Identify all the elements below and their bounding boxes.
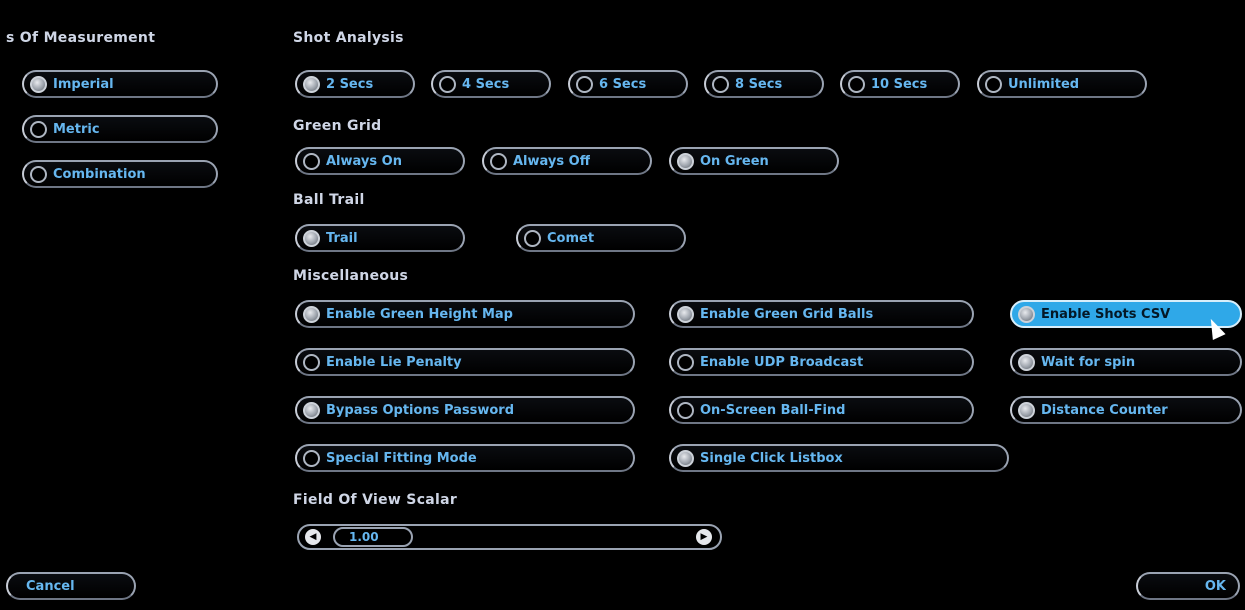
- toggle-label: Bypass Options Password: [326, 402, 515, 418]
- green-grid-option-always-off[interactable]: Always Off: [482, 147, 652, 175]
- option-label: 2 Secs: [326, 76, 374, 92]
- option-label: Imperial: [53, 76, 114, 92]
- misc-toggle-bypass-password[interactable]: Bypass Options Password: [295, 396, 635, 424]
- cancel-label: Cancel: [26, 578, 75, 594]
- option-label: On Green: [700, 153, 769, 169]
- toggle-label: Wait for spin: [1041, 354, 1136, 370]
- toggle-label: Distance Counter: [1041, 402, 1168, 418]
- shot-analysis-option-4[interactable]: 4 Secs: [431, 70, 551, 98]
- option-label: Comet: [547, 230, 595, 246]
- ball-trail-option-trail[interactable]: Trail: [295, 224, 465, 252]
- fov-heading: Field Of View Scalar: [293, 492, 458, 508]
- arrow-right-icon[interactable]: ▶: [696, 529, 712, 545]
- toggle-icon: [677, 305, 694, 323]
- units-option-imperial[interactable]: Imperial: [22, 70, 218, 98]
- ball-trail-heading: Ball Trail: [293, 192, 365, 208]
- option-label: 10 Secs: [871, 76, 928, 92]
- toggle-label: Enable UDP Broadcast: [700, 354, 864, 370]
- shot-analysis-option-8[interactable]: 8 Secs: [704, 70, 824, 98]
- misc-toggle-green-height-map[interactable]: Enable Green Height Map: [295, 300, 635, 328]
- arrow-left-icon[interactable]: ◀: [305, 529, 321, 545]
- cancel-button[interactable]: Cancel: [6, 572, 136, 600]
- radio-icon: [524, 229, 541, 247]
- toggle-label: Enable Shots CSV: [1041, 306, 1171, 322]
- toggle-label: Enable Lie Penalty: [326, 354, 462, 370]
- radio-icon: [490, 152, 507, 170]
- toggle-label: Enable Green Height Map: [326, 306, 513, 322]
- toggle-icon: [1018, 401, 1035, 419]
- option-label: 8 Secs: [735, 76, 783, 92]
- radio-icon: [677, 152, 694, 170]
- toggle-icon: [303, 401, 320, 419]
- misc-toggle-special-fitting[interactable]: Special Fitting Mode: [295, 444, 635, 472]
- option-label: Trail: [326, 230, 358, 246]
- radio-icon: [576, 75, 593, 93]
- shot-analysis-option-2[interactable]: 2 Secs: [295, 70, 415, 98]
- shot-analysis-option-6[interactable]: 6 Secs: [568, 70, 688, 98]
- option-label: 4 Secs: [462, 76, 510, 92]
- misc-toggle-distance-counter[interactable]: Distance Counter: [1010, 396, 1242, 424]
- green-grid-option-always-on[interactable]: Always On: [295, 147, 465, 175]
- radio-icon: [985, 75, 1002, 93]
- toggle-icon: [677, 353, 694, 371]
- shot-analysis-heading: Shot Analysis: [293, 30, 404, 46]
- ok-label: OK: [1204, 578, 1226, 594]
- toggle-icon: [677, 401, 694, 419]
- option-label: Always Off: [513, 153, 591, 169]
- misc-toggle-green-grid-balls[interactable]: Enable Green Grid Balls: [669, 300, 974, 328]
- toggle-icon: [677, 449, 694, 467]
- toggle-label: Enable Green Grid Balls: [700, 306, 874, 322]
- option-label: Unlimited: [1008, 76, 1080, 92]
- green-grid-heading: Green Grid: [293, 118, 382, 134]
- option-label: Metric: [53, 121, 100, 137]
- misc-toggle-lie-penalty[interactable]: Enable Lie Penalty: [295, 348, 635, 376]
- option-label: Always On: [326, 153, 402, 169]
- toggle-icon: [1018, 353, 1035, 371]
- radio-icon: [848, 75, 865, 93]
- misc-toggle-ball-find[interactable]: On-Screen Ball-Find: [669, 396, 974, 424]
- toggle-icon: [1018, 305, 1035, 323]
- units-option-combination[interactable]: Combination: [22, 160, 218, 188]
- radio-icon: [303, 75, 320, 93]
- toggle-icon: [303, 353, 320, 371]
- misc-toggle-wait-for-spin[interactable]: Wait for spin: [1010, 348, 1242, 376]
- radio-icon: [712, 75, 729, 93]
- units-heading: s Of Measurement: [6, 30, 156, 46]
- radio-icon: [439, 75, 456, 93]
- toggle-label: Single Click Listbox: [700, 450, 843, 466]
- misc-toggle-udp-broadcast[interactable]: Enable UDP Broadcast: [669, 348, 974, 376]
- option-label: Combination: [53, 166, 146, 182]
- fov-slider[interactable]: ◀ 1.00 ▶: [297, 524, 722, 550]
- radio-icon: [30, 165, 47, 183]
- units-option-metric[interactable]: Metric: [22, 115, 218, 143]
- toggle-icon: [303, 449, 320, 467]
- toggle-icon: [303, 305, 320, 323]
- ok-button[interactable]: OK: [1136, 572, 1240, 600]
- green-grid-option-on-green[interactable]: On Green: [669, 147, 839, 175]
- fov-value[interactable]: 1.00: [333, 527, 413, 547]
- radio-icon: [303, 229, 320, 247]
- misc-toggle-single-click-listbox[interactable]: Single Click Listbox: [669, 444, 1009, 472]
- ball-trail-option-comet[interactable]: Comet: [516, 224, 686, 252]
- misc-heading: Miscellaneous: [293, 268, 409, 284]
- shot-analysis-option-10[interactable]: 10 Secs: [840, 70, 960, 98]
- radio-icon: [30, 75, 47, 93]
- shot-analysis-option-unlimited[interactable]: Unlimited: [977, 70, 1147, 98]
- option-label: 6 Secs: [599, 76, 647, 92]
- radio-icon: [30, 120, 47, 138]
- radio-icon: [303, 152, 320, 170]
- toggle-label: On-Screen Ball-Find: [700, 402, 846, 418]
- toggle-label: Special Fitting Mode: [326, 450, 477, 466]
